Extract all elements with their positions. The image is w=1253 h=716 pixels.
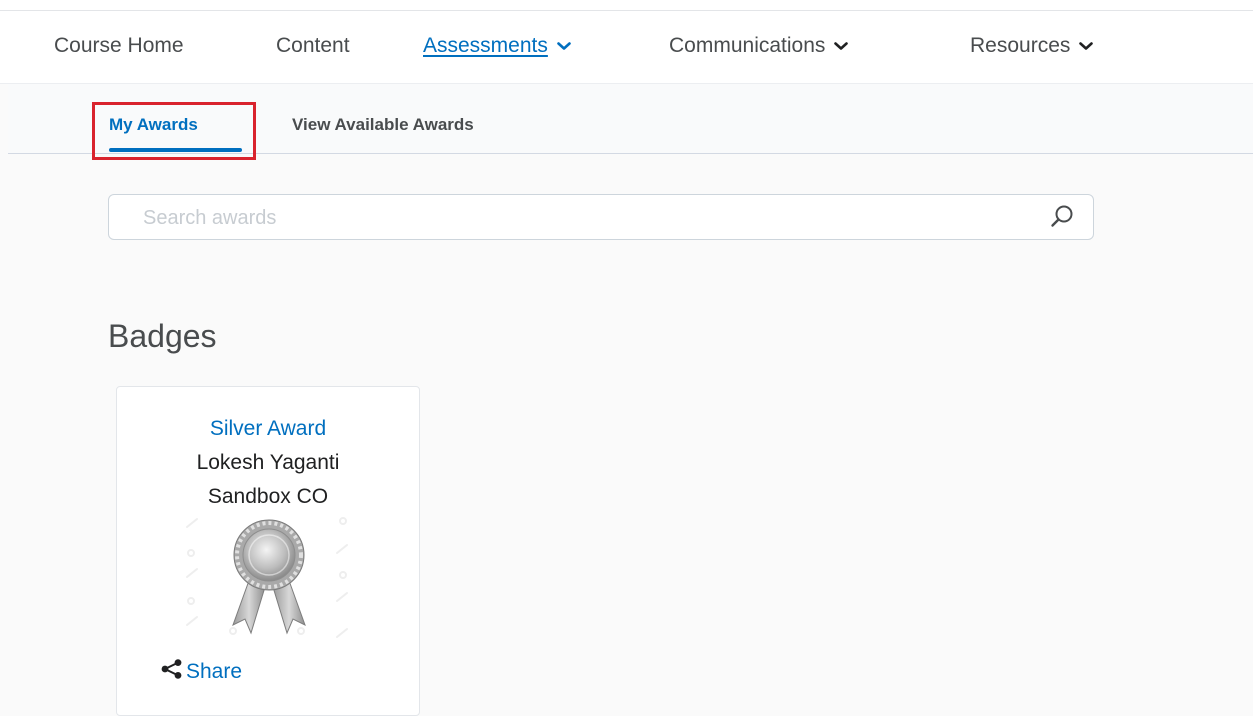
share-icon — [161, 659, 186, 685]
course-navbar: Course Home Content Assessments Communic… — [0, 11, 1253, 84]
award-card: Silver Award Lokesh Yaganti Sandbox CO S… — [116, 386, 420, 716]
nav-content[interactable]: Content — [276, 34, 350, 58]
nav-resources[interactable]: Resources — [970, 34, 1094, 58]
nav-communications-label: Communications — [669, 34, 826, 57]
share-button[interactable]: Share — [161, 659, 242, 685]
award-title-link[interactable]: Silver Award — [117, 417, 419, 441]
share-label: Share — [186, 660, 243, 683]
nav-communications[interactable]: Communications — [669, 34, 849, 58]
chevron-down-icon — [1079, 41, 1094, 51]
nav-content-label: Content — [276, 34, 350, 57]
tab-view-available-awards[interactable]: View Available Awards — [292, 115, 474, 135]
top-bar — [0, 0, 1253, 11]
chevron-down-icon — [834, 41, 849, 51]
nav-resources-label: Resources — [970, 34, 1071, 57]
search-icon — [1049, 203, 1075, 234]
tab-my-awards[interactable]: My Awards — [109, 115, 198, 135]
award-recipient: Lokesh Yaganti — [196, 451, 340, 474]
active-tab-indicator — [109, 148, 242, 152]
nav-course-home-label: Course Home — [54, 34, 184, 57]
silver-ribbon-badge-icon — [181, 513, 357, 639]
search-button[interactable] — [1045, 203, 1079, 233]
chevron-down-icon — [557, 41, 571, 51]
award-course: Sandbox CO — [207, 485, 329, 508]
search-input[interactable] — [141, 203, 1005, 233]
nav-assessments-label: Assessments — [423, 34, 548, 57]
nav-assessments[interactable]: Assessments — [423, 34, 571, 58]
search-box — [108, 194, 1094, 240]
badges-heading: Badges — [108, 318, 217, 354]
nav-course-home[interactable]: Course Home — [54, 34, 184, 58]
awards-tabs: My Awards View Available Awards — [8, 84, 1253, 154]
